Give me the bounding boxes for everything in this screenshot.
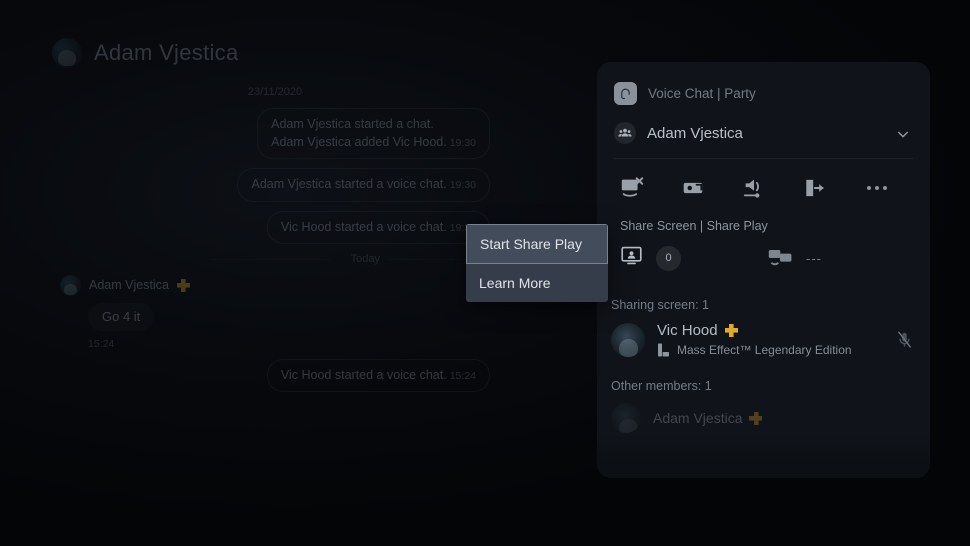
share-section-label: Share Screen | Share Play [620,219,768,233]
chevron-down-icon[interactable] [895,126,911,147]
share-play-count-group: --- [767,245,822,272]
member-row-adam-vjestica[interactable]: Adam Vjestica [597,393,930,433]
ps-plus-badge-icon [176,278,190,292]
message-time: 19:30 [449,137,476,150]
member-name: Vic Hood [657,322,718,339]
other-members-label: Other members: 1 [611,379,712,393]
screen-header: Adam Vjestica [52,38,239,68]
ps-plus-badge-icon [724,324,738,337]
party-panel: Voice Chat | Party Adam Vjestica Share S… [597,62,930,478]
message-bubble: Go 4 it [88,303,154,331]
three-dots-icon [863,186,887,190]
system-message-line: Vic Hood started a voice chat. 19:31 [281,218,476,236]
controller-share-icon[interactable] [767,245,793,272]
system-message-row: Adam Vjestica started a chat. Adam Vjest… [60,108,490,160]
system-message-row: Adam Vjestica started a voice chat. 19:30 [60,168,490,202]
system-message: Vic Hood started a voice chat. 15:24 [266,358,490,392]
date-separator: 23/11/2020 [247,86,303,98]
volume-slider-button[interactable] [741,175,802,201]
screen-share-icon[interactable] [620,244,643,272]
system-message-line: Adam Vjestica started a chat. [271,117,434,131]
member-info: Adam Vjestica [653,410,763,426]
page-title: Adam Vjestica [94,40,239,65]
system-message: Vic Hood started a voice chat. 19:31 [266,210,490,244]
mic-muted-icon[interactable] [896,331,913,354]
leave-party-button[interactable] [802,176,863,200]
member-name-row: Vic Hood [657,322,852,339]
system-message-text: Adam Vjestica added Vic Hood. [271,135,447,150]
system-message-row: Vic Hood started a voice chat. 15:24 [60,358,490,392]
message-time: 19:30 [449,179,476,192]
party-header: Voice Chat | Party [597,62,930,105]
group-people-icon [614,122,636,144]
screen-share-count: 0 [656,245,681,271]
today-separator: Today [60,253,490,265]
game-tile-icon [657,343,670,357]
user-avatar [52,38,82,68]
system-message-text: Vic Hood started a voice chat. [280,219,447,234]
share-counts-row: 0 --- [597,233,930,272]
member-row-vic-hood[interactable]: Vic Hood Mass Effect™ Legendary Edition [597,312,930,357]
message-time: 15:24 [449,369,476,382]
share-play-button[interactable] [680,175,741,201]
party-selector-name: Adam Vjestica [647,124,743,142]
sharing-screen-label: Sharing screen: 1 [611,298,709,312]
more-options-button[interactable] [863,186,924,190]
system-message-text: Adam Vjestica started a voice chat. [251,177,447,192]
system-message-text: Vic Hood started a voice chat. [280,367,447,382]
party-toolbar [597,159,930,201]
system-message-line: Adam Vjestica started a voice chat. 19:30 [251,175,476,193]
avatar [60,274,81,296]
user-message: Adam Vjestica Go 4 it 15:24 [60,274,490,350]
chat-thread: 23/11/2020 Adam Vjestica started a chat.… [60,80,490,401]
avatar [611,322,645,357]
member-name-row: Adam Vjestica [653,410,763,426]
stop-screen-share-button[interactable] [619,175,680,201]
member-game-title: Mass Effect™ Legendary Edition [677,343,852,357]
party-header-title: Voice Chat | Party [648,86,756,101]
member-info: Vic Hood Mass Effect™ Legendary Edition [657,322,852,357]
member-name: Adam Vjestica [653,410,743,426]
system-message-line: Vic Hood started a voice chat. 15:24 [281,366,476,384]
member-game-row: Mass Effect™ Legendary Edition [657,343,852,357]
avatar [611,403,641,433]
context-menu[interactable]: Start Share Play Learn More [466,224,608,302]
menu-item-learn-more[interactable]: Learn More [466,264,608,302]
system-message-row: Vic Hood started a voice chat. 19:31 [60,210,490,244]
message-author-row: Adam Vjestica [60,274,490,296]
party-selector[interactable]: Adam Vjestica [614,122,913,159]
share-play-value: --- [806,250,822,266]
ps5-party-screen: Adam Vjestica 23/11/2020 Adam Vjestica s… [0,0,970,546]
headset-icon [614,82,637,105]
system-message: Adam Vjestica started a chat. Adam Vjest… [257,108,490,160]
ps-plus-badge-icon [749,411,763,425]
menu-item-start-share-play[interactable]: Start Share Play [466,224,608,264]
message-author-name: Adam Vjestica [89,278,169,293]
system-message-line: Adam Vjestica added Vic Hood. 19:30 [271,133,476,151]
message-time: 15:24 [88,337,115,350]
system-message: Adam Vjestica started a voice chat. 19:30 [237,168,490,202]
